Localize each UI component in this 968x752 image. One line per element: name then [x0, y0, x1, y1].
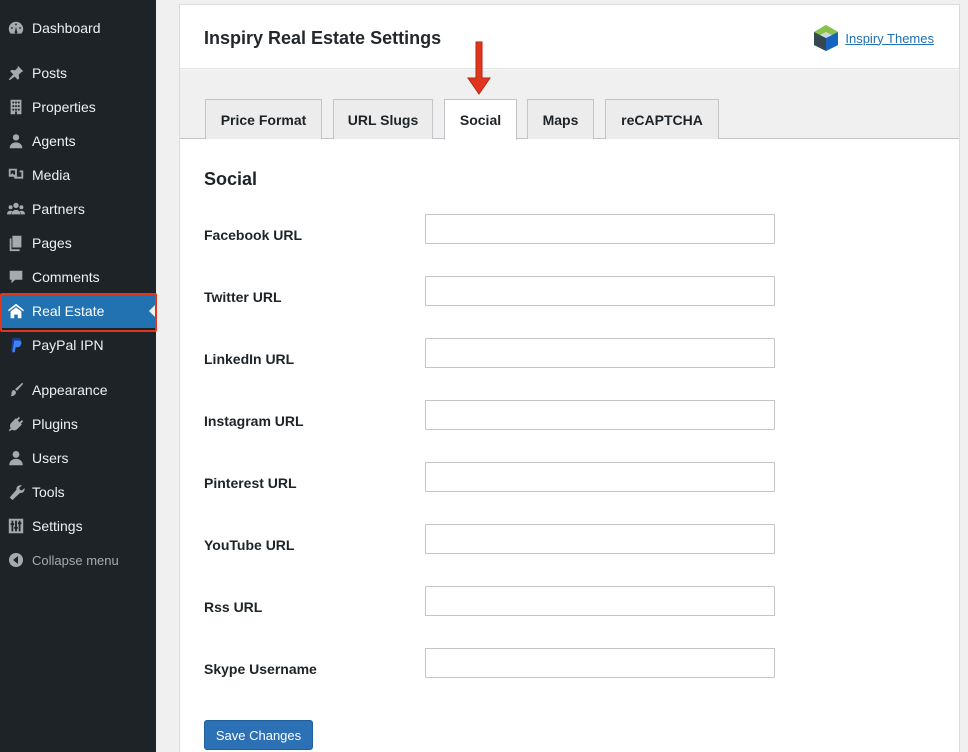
- field-row-linkedin: LinkedIn URL: [204, 338, 784, 380]
- brush-icon: [0, 373, 32, 407]
- media-icon: [0, 158, 32, 192]
- menu-item-settings[interactable]: Settings: [0, 509, 156, 543]
- admin-sidebar: Dashboard Posts Properties Agents Media …: [0, 0, 157, 752]
- menu-label: Tools: [32, 484, 65, 500]
- field-row-skype: Skype Username: [204, 648, 784, 690]
- collapse-icon: [0, 543, 32, 577]
- menu-item-media[interactable]: Media: [0, 158, 156, 192]
- field-row-pinterest: Pinterest URL: [204, 462, 784, 504]
- menu-item-users[interactable]: Users: [0, 441, 156, 475]
- comment-icon: [0, 260, 32, 294]
- youtube-url-input[interactable]: [425, 524, 775, 554]
- menu-label: Real Estate: [32, 303, 105, 319]
- field-label: Rss URL: [204, 599, 263, 615]
- field-label: YouTube URL: [204, 537, 295, 553]
- tab-maps[interactable]: Maps: [527, 99, 594, 139]
- menu-item-tools[interactable]: Tools: [0, 475, 156, 509]
- menu-label: Media: [32, 167, 71, 183]
- field-row-youtube: YouTube URL: [204, 524, 784, 566]
- tab-social[interactable]: Social: [444, 99, 517, 140]
- save-changes-button[interactable]: Save Changes: [204, 720, 313, 750]
- menu-label: Properties: [32, 99, 96, 115]
- person-icon: [0, 124, 32, 158]
- dashboard-icon: [0, 11, 32, 45]
- rss-url-input[interactable]: [425, 586, 775, 616]
- building-icon: [0, 90, 32, 124]
- field-label: Facebook URL: [204, 227, 303, 243]
- paypal-icon: [0, 328, 32, 362]
- menu-item-properties[interactable]: Properties: [0, 90, 156, 124]
- collapse-label: Collapse menu: [32, 552, 119, 568]
- menu-label: Dashboard: [32, 20, 101, 36]
- skype-username-input[interactable]: [425, 648, 775, 678]
- menu-label: Comments: [32, 269, 100, 285]
- inspiry-logo-icon: [814, 25, 839, 51]
- sliders-icon: [0, 509, 32, 543]
- menu-item-agents[interactable]: Agents: [0, 124, 156, 158]
- menu-label: Pages: [32, 235, 72, 251]
- page-title: Inspiry Real Estate Settings: [204, 28, 442, 48]
- pages-icon: [0, 226, 32, 260]
- menu-item-comments[interactable]: Comments: [0, 260, 156, 294]
- menu-label: Agents: [32, 133, 76, 149]
- field-label: Instagram URL: [204, 413, 304, 429]
- menu-label: Settings: [32, 518, 83, 534]
- tab-url-slugs[interactable]: URL Slugs: [333, 99, 433, 139]
- tab-price-format[interactable]: Price Format: [205, 99, 322, 139]
- menu-item-posts[interactable]: Posts: [0, 56, 156, 90]
- wrench-icon: [0, 475, 32, 509]
- menu-item-real-estate[interactable]: Real Estate: [0, 294, 156, 328]
- menu-label: Posts: [32, 65, 68, 81]
- field-row-rss: Rss URL: [204, 586, 784, 628]
- menu-label: Partners: [32, 201, 85, 217]
- tab-recaptcha[interactable]: reCAPTCHA: [605, 99, 719, 139]
- menu-item-paypal-ipn[interactable]: PayPal IPN: [0, 328, 156, 362]
- field-label: LinkedIn URL: [204, 351, 295, 367]
- menu-item-pages[interactable]: Pages: [0, 226, 156, 260]
- user-icon: [0, 441, 32, 475]
- page-header: Inspiry Real Estate Settings Inspiry The…: [180, 5, 959, 69]
- menu-item-appearance[interactable]: Appearance: [0, 373, 156, 407]
- field-row-twitter: Twitter URL: [204, 276, 784, 318]
- plug-icon: [0, 407, 32, 441]
- group-icon: [0, 192, 32, 226]
- field-row-instagram: Instagram URL: [204, 400, 784, 442]
- field-label: Twitter URL: [204, 289, 282, 305]
- brand: Inspiry Themes: [813, 24, 934, 52]
- menu-item-dashboard[interactable]: Dashboard: [0, 11, 156, 45]
- menu-item-partners[interactable]: Partners: [0, 192, 156, 226]
- field-row-facebook: Facebook URL: [204, 214, 784, 256]
- inspiry-themes-link[interactable]: Inspiry Themes: [845, 31, 934, 46]
- field-label: Skype Username: [204, 661, 317, 677]
- twitter-url-input[interactable]: [425, 276, 775, 306]
- menu-label: Plugins: [32, 416, 78, 432]
- annotation-arrow-icon: [467, 41, 491, 95]
- settings-tabs: Price Format URL Slugs Social Maps reCAP…: [180, 70, 959, 140]
- collapse-menu-button[interactable]: Collapse menu: [0, 543, 156, 577]
- pin-icon: [0, 56, 32, 90]
- pinterest-url-input[interactable]: [425, 462, 775, 492]
- facebook-url-input[interactable]: [425, 214, 775, 244]
- instagram-url-input[interactable]: [425, 400, 775, 430]
- menu-label: Users: [32, 450, 69, 466]
- houses-icon: [0, 294, 32, 328]
- section-title: Social: [204, 169, 258, 189]
- linkedin-url-input[interactable]: [425, 338, 775, 368]
- field-label: Pinterest URL: [204, 475, 297, 491]
- menu-label: Appearance: [32, 382, 108, 398]
- settings-panel: Inspiry Real Estate Settings Inspiry The…: [179, 4, 960, 752]
- menu-item-plugins[interactable]: Plugins: [0, 407, 156, 441]
- menu-label: PayPal IPN: [32, 337, 104, 353]
